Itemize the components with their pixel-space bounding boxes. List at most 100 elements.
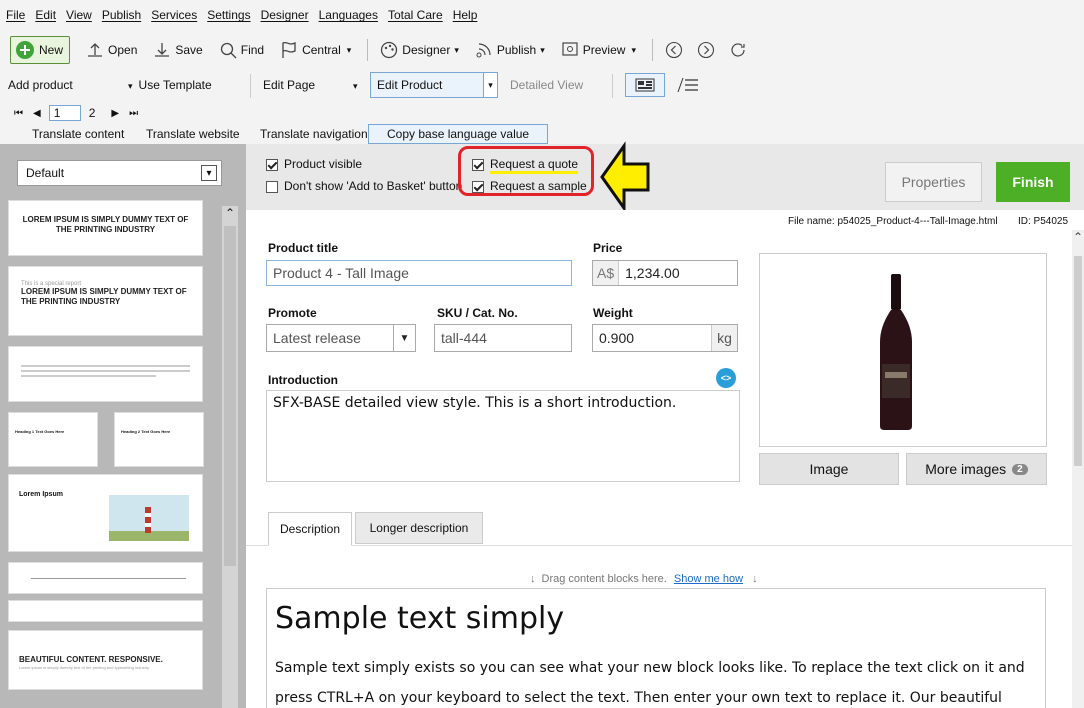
main-scrollbar[interactable]: ⌃ [1072, 230, 1084, 708]
file-name-label: File name: p54025_Product-4---Tall-Image… [788, 216, 998, 227]
block-thumbnail[interactable]: LOREM IPSUM IS SIMPLY DUMMY TEXT OF THE … [8, 200, 203, 256]
menu-view[interactable]: View [66, 8, 92, 22]
content-heading[interactable]: Sample text simply [275, 601, 564, 636]
promote-select[interactable]: Latest release ▼ [266, 324, 416, 352]
chevron-up-icon[interactable]: ⌃ [1072, 230, 1084, 244]
translate-toolbar: Translate content Translate website Tran… [0, 124, 1084, 144]
block-thumbnail[interactable] [8, 346, 203, 402]
search-icon [220, 42, 237, 59]
block-thumbnail[interactable]: Heading 1 Text Goes Here [8, 412, 98, 467]
block-thumbnail[interactable]: BEAUTIFUL CONTENT. RESPONSIVE. Lorem ips… [8, 630, 203, 690]
block-thumbnail[interactable]: This is a special report LOREM IPSUM IS … [8, 266, 203, 336]
chevron-down-icon: ▾ [128, 81, 133, 91]
arrow-down-icon: ↓ [530, 573, 536, 585]
refresh-icon [731, 43, 745, 57]
next-page-icon[interactable]: ▶ [111, 108, 119, 119]
chevron-up-icon[interactable]: ⌃ [222, 206, 238, 220]
edit-product-dropdown[interactable]: Edit Product ▾ [370, 72, 498, 98]
menu-help[interactable]: Help [453, 8, 478, 22]
save-button[interactable]: Save [153, 41, 203, 59]
currency-label: A$ [593, 261, 620, 285]
show-me-how-link[interactable]: Show me how [674, 573, 743, 585]
finish-button[interactable]: Finish [996, 162, 1070, 202]
content-paragraph[interactable]: Sample text simply exists so you can see… [275, 653, 1041, 708]
content-canvas[interactable]: Sample text simply Sample text simply ex… [266, 588, 1046, 708]
prev-page-icon[interactable]: ◀ [33, 108, 41, 119]
chevron-down-icon: ▾ [346, 44, 352, 55]
page-1-button[interactable]: 1 [48, 105, 81, 121]
toolbar-divider [250, 74, 251, 98]
product-title-input[interactable]: Product 4 - Tall Image [266, 260, 572, 286]
code-view-icon[interactable]: <> [716, 368, 736, 388]
chevron-down-icon: ▼ [393, 325, 415, 351]
find-button[interactable]: Find [219, 41, 264, 59]
tab-description[interactable]: Description [268, 512, 352, 546]
menu-file[interactable]: File [6, 8, 25, 22]
forward-button[interactable] [697, 41, 719, 59]
chevron-down-icon: ▾ [201, 165, 217, 181]
divider-line [31, 578, 186, 579]
chevron-down-icon: ▾ [540, 44, 545, 55]
text-lines [21, 370, 190, 372]
menu-publish[interactable]: Publish [102, 8, 141, 22]
menu-edit[interactable]: Edit [35, 8, 56, 22]
page-2-button[interactable]: 2 [89, 106, 96, 120]
list-view-icon[interactable] [670, 73, 706, 97]
menu-languages[interactable]: Languages [319, 8, 378, 22]
toolbar-divider [612, 74, 613, 98]
product-title-label: Product title [268, 241, 339, 255]
edit-page-dropdown[interactable]: Edit Page ▾ [263, 78, 358, 92]
more-images-button[interactable]: More images 2 [906, 453, 1047, 485]
main-toolbar: New Open Save Find Central ▾ Designer ▾ … [0, 30, 1084, 70]
toolbar-divider [367, 39, 369, 61]
dont-show-basket-checkbox[interactable]: Don't show 'Add to Basket' button [266, 179, 462, 193]
copy-base-language-button[interactable]: Copy base language value [368, 124, 549, 144]
preview-button[interactable]: Preview ▾ [561, 41, 636, 59]
block-thumbnail[interactable] [8, 600, 203, 622]
refresh-button[interactable] [729, 41, 751, 59]
weight-input[interactable]: 0.900 kg [592, 324, 738, 352]
menu-services[interactable]: Services [151, 8, 197, 22]
detailed-view-label[interactable]: Detailed View [510, 78, 583, 92]
last-page-icon[interactable]: ⏭ [129, 108, 138, 119]
price-input[interactable]: A$ 1,234.00 [592, 260, 738, 286]
product-visible-checkbox[interactable]: Product visible [266, 157, 362, 171]
publish-button[interactable]: Publish ▾ [475, 41, 545, 59]
menu-total-care[interactable]: Total Care [388, 8, 443, 22]
arrow-down-icon: ↓ [752, 573, 758, 585]
translate-navigation-button[interactable]: Translate navigation [260, 127, 368, 141]
translate-content-button[interactable]: Translate content [32, 127, 124, 141]
image-button[interactable]: Image [759, 453, 899, 485]
menu-designer[interactable]: Designer [261, 8, 309, 22]
use-template-dropdown[interactable]: ▾ Use Template [128, 78, 212, 92]
wine-bottle-image [880, 274, 912, 430]
introduction-label: Introduction [268, 373, 338, 387]
lighthouse-image [109, 495, 189, 541]
introduction-textarea[interactable]: SFX-BASE detailed view style. This is a … [266, 390, 740, 482]
open-button[interactable]: Open [86, 41, 137, 59]
new-button[interactable]: New [10, 36, 71, 64]
designer-button[interactable]: Designer ▾ [380, 41, 459, 59]
add-product-button[interactable]: Add product [8, 78, 73, 92]
back-button[interactable] [665, 41, 687, 59]
sku-input[interactable]: tall-444 [434, 324, 572, 352]
scrollbar-thumb[interactable] [1074, 256, 1082, 466]
properties-button[interactable]: Properties [885, 162, 982, 202]
translate-website-button[interactable]: Translate website [146, 127, 240, 141]
panel-scrollbar[interactable]: ⌃ [222, 206, 238, 708]
block-library-panel: Default ▾ ⌃ LOREM IPSUM IS SIMPLY DUMMY … [0, 144, 246, 708]
block-thumbnail[interactable] [8, 562, 203, 594]
first-page-icon[interactable]: ⏮ [14, 108, 23, 119]
central-button[interactable]: Central ▾ [280, 41, 351, 59]
style-select[interactable]: Default ▾ [17, 160, 222, 186]
scrollbar-thumb[interactable] [224, 226, 236, 566]
block-thumbnail[interactable]: Heading 2 Text Goes Here [114, 412, 204, 467]
menu-settings[interactable]: Settings [207, 8, 250, 22]
tab-longer-description[interactable]: Longer description [355, 512, 483, 544]
download-icon [155, 43, 170, 57]
toolbar-divider [651, 39, 653, 61]
grid-view-icon[interactable] [625, 73, 665, 97]
text-lines [21, 375, 157, 377]
block-thumbnail[interactable]: Lorem Ipsum [8, 474, 203, 552]
plus-circle-icon [16, 41, 34, 59]
